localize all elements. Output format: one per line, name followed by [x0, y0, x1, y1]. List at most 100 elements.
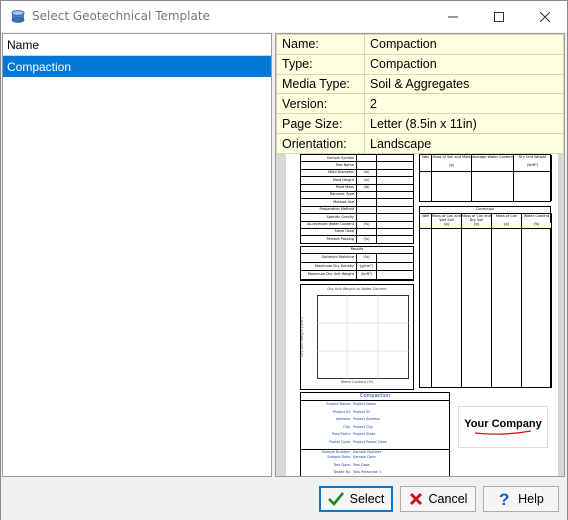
chart-ylabel: Dry Unit Weight (lb/ft³) [300, 316, 305, 357]
compaction-field-row: City: Project City [301, 425, 449, 434]
correction-column: Mass of Can and Dry Soil (g) [462, 213, 492, 388]
param-label: Mold Diameter [301, 169, 357, 177]
param-label: As-received Water Content [301, 221, 357, 228]
company-logo: Your Company [458, 406, 548, 448]
correction-column: Water Content (%) [522, 213, 552, 388]
chart-xlabel: Water Content (%) [340, 380, 374, 384]
param-label: Test Name [301, 162, 357, 169]
param-unit [357, 162, 377, 169]
correction-table: Correction Wet Mass of Can and Wet Soil (g… [419, 206, 552, 388]
template-info-table: Name: Compaction Type: Compaction Media Ty… [276, 34, 564, 154]
param-row: Specific Gravity [301, 214, 413, 222]
svg-text:?: ? [499, 491, 509, 507]
result-row: Optimum Moisture (%) [301, 254, 413, 263]
preview-page: Sample Symbol Test Name Mold Diameter (in) M… [286, 154, 558, 476]
param-unit: (in) [357, 177, 377, 184]
window-title: Select Geotechnical Template [32, 9, 210, 23]
chart-plot-area [317, 295, 409, 379]
help-button[interactable]: ? Help [483, 486, 559, 512]
select-button[interactable]: Select [319, 486, 393, 512]
correction-header: Wet [422, 214, 429, 218]
compaction-field-row: Tested By: Test Personnel 1 [301, 470, 449, 476]
info-key: Name: [276, 34, 365, 55]
info-value: Landscape [364, 133, 564, 154]
mass-table-column: Dry Unit Weight (lb/ft³) [514, 155, 552, 201]
close-button[interactable] [522, 1, 568, 32]
param-row: Rammer Type [301, 191, 413, 200]
info-key: Type: [276, 53, 365, 75]
result-unit: (lb/ft³) [357, 271, 377, 279]
info-value: 2 [364, 93, 564, 115]
compaction-field-label: Postal Code: [329, 439, 351, 444]
mass-table-unit [472, 160, 513, 172]
close-icon [540, 11, 550, 22]
info-key: Orientation: [276, 133, 365, 154]
template-details-panel: Name: Compaction Type: Compaction Media Ty… [275, 33, 565, 477]
result-label: Optimum Moisture [301, 254, 357, 262]
info-value: Compaction [364, 34, 564, 55]
param-row: Mold Mass (lb) [301, 184, 413, 192]
chart-title: Dry Unit Weight vs Water Content [327, 287, 387, 291]
param-row: Method Use [301, 199, 413, 207]
param-unit [357, 191, 377, 199]
compaction-field-row: Postal Code: Project Postal Code [301, 439, 449, 449]
checkmark-icon [327, 492, 344, 506]
logo-swoosh [474, 430, 532, 435]
compaction-field-row: Address: Project Address [301, 418, 449, 426]
compaction-field-value: Test Personnel 1 [353, 470, 382, 475]
param-unit: (%) [357, 221, 377, 228]
app-icon [11, 10, 25, 23]
result-unit: (g/cm³) [357, 262, 377, 270]
minimize-button[interactable] [430, 1, 476, 32]
dialog-window: Select Geotechnical Template Name Compac… [0, 0, 568, 520]
mass-table-header: Dry Unit Weight [518, 155, 547, 159]
cancel-button[interactable]: Cancel [400, 486, 476, 512]
maximize-button[interactable] [476, 1, 522, 32]
param-label: Rammer Type [301, 191, 357, 199]
result-label: Maximum Dry Unit Weight [301, 271, 357, 279]
param-row: Test Name [301, 162, 413, 170]
param-row: Sieve Used [301, 228, 413, 237]
template-list[interactable]: Name Compaction [2, 33, 272, 477]
result-label: Maximum Dry Density [301, 262, 357, 270]
correction-column: Mass of Can and Wet Soil (g) [432, 213, 462, 388]
param-label: Mold Mass [301, 184, 357, 191]
cancel-button-label: Cancel [428, 492, 468, 506]
param-label: Percent Passing [301, 236, 357, 243]
correction-columns: Wet Mass of Can and Wet Soil (g) Mass of Ca… [420, 213, 552, 388]
template-preview: Sample Symbol Test Name Mold Diameter (in) M… [276, 154, 564, 476]
preview-chart: Dry Unit Weight vs Water Content Dry Uni… [300, 284, 414, 390]
mass-table-unit [420, 160, 431, 172]
results-title: Results [301, 247, 413, 254]
param-label: Sample Symbol [301, 155, 357, 162]
question-mark-icon: ? [499, 491, 509, 507]
result-row: Maximum Dry Unit Weight (lb/ft³) [301, 271, 413, 280]
info-value: Compaction [364, 53, 564, 75]
list-header-name[interactable]: Name [3, 34, 271, 56]
param-row: Mold Height (in) [301, 177, 413, 185]
param-label: Method Use [301, 199, 357, 206]
param-row: As-received Water Content (%) [301, 221, 413, 229]
list-item[interactable]: Compaction [3, 56, 271, 77]
info-value: Soil & Aggregates [364, 73, 564, 95]
info-value: Letter (8.5in x 11in) [364, 113, 564, 135]
mass-table-column: Wet [420, 155, 432, 201]
result-row: Maximum Dry Density (g/cm³) [301, 262, 413, 271]
mass-table-header: Average Water Content [472, 155, 513, 159]
select-button-label: Select [349, 492, 385, 506]
param-label: Specific Gravity [301, 214, 357, 221]
mass-table: Wet Mass of Soil and Mold (g) Average Water… [419, 154, 552, 202]
param-unit: (%) [357, 236, 377, 243]
param-row: Preparation Method [301, 206, 413, 215]
param-unit: (lb) [357, 184, 377, 191]
correction-column: Wet [420, 213, 432, 388]
info-key: Page Size: [276, 113, 365, 135]
results-table: Results Optimum Moisture (%) Maximum Dry D… [300, 246, 414, 281]
compaction-field-value: Project Postal Code [353, 439, 387, 444]
param-row: Mold Diameter (in) [301, 169, 413, 178]
title-bar[interactable]: Select Geotechnical Template [1, 1, 567, 32]
compaction-field-row: Project Name: Project Name [301, 402, 449, 411]
mass-table-column: Average Water Content [472, 155, 514, 201]
correction-unit: (g) [492, 222, 521, 229]
correction-unit: (g) [432, 222, 461, 229]
